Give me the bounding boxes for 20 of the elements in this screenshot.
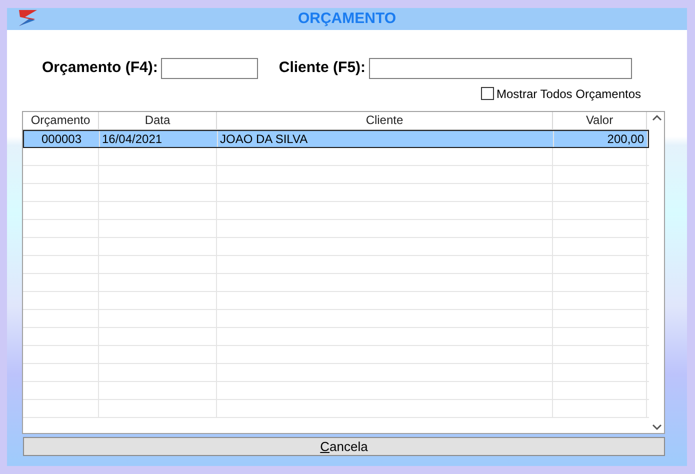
column-header[interactable]: Cliente bbox=[217, 112, 553, 128]
input-field[interactable] bbox=[160, 58, 258, 79]
window-title: ORÇAMENTO bbox=[298, 8, 396, 29]
table-cell: JOAO DA SILVA bbox=[218, 130, 554, 146]
scroll-up-icon[interactable] bbox=[652, 114, 662, 122]
table-cell: 000003 bbox=[24, 130, 100, 146]
field-label: Orçamento (F4): bbox=[42, 58, 158, 78]
scroll-down-icon[interactable] bbox=[652, 422, 662, 430]
input-field[interactable] bbox=[368, 58, 632, 79]
table-cell: 200,00 bbox=[554, 130, 648, 146]
column-header[interactable]: Orçamento bbox=[23, 112, 99, 128]
cancel-button[interactable]: Cancela bbox=[23, 436, 665, 456]
table-cell: 16/04/2021 bbox=[100, 130, 218, 146]
checkbox-label: Mostrar Todos Orçamentos bbox=[496, 86, 641, 102]
checkbox[interactable] bbox=[480, 87, 494, 100]
field-label: Cliente (F5): bbox=[278, 58, 366, 78]
table-row[interactable]: 000003 16/04/2021 JOAO DA SILVA 200,00 bbox=[23, 130, 649, 148]
column-header[interactable]: Valor bbox=[553, 112, 647, 128]
app-logo-icon bbox=[17, 9, 39, 27]
column-header[interactable]: Data bbox=[99, 112, 217, 128]
